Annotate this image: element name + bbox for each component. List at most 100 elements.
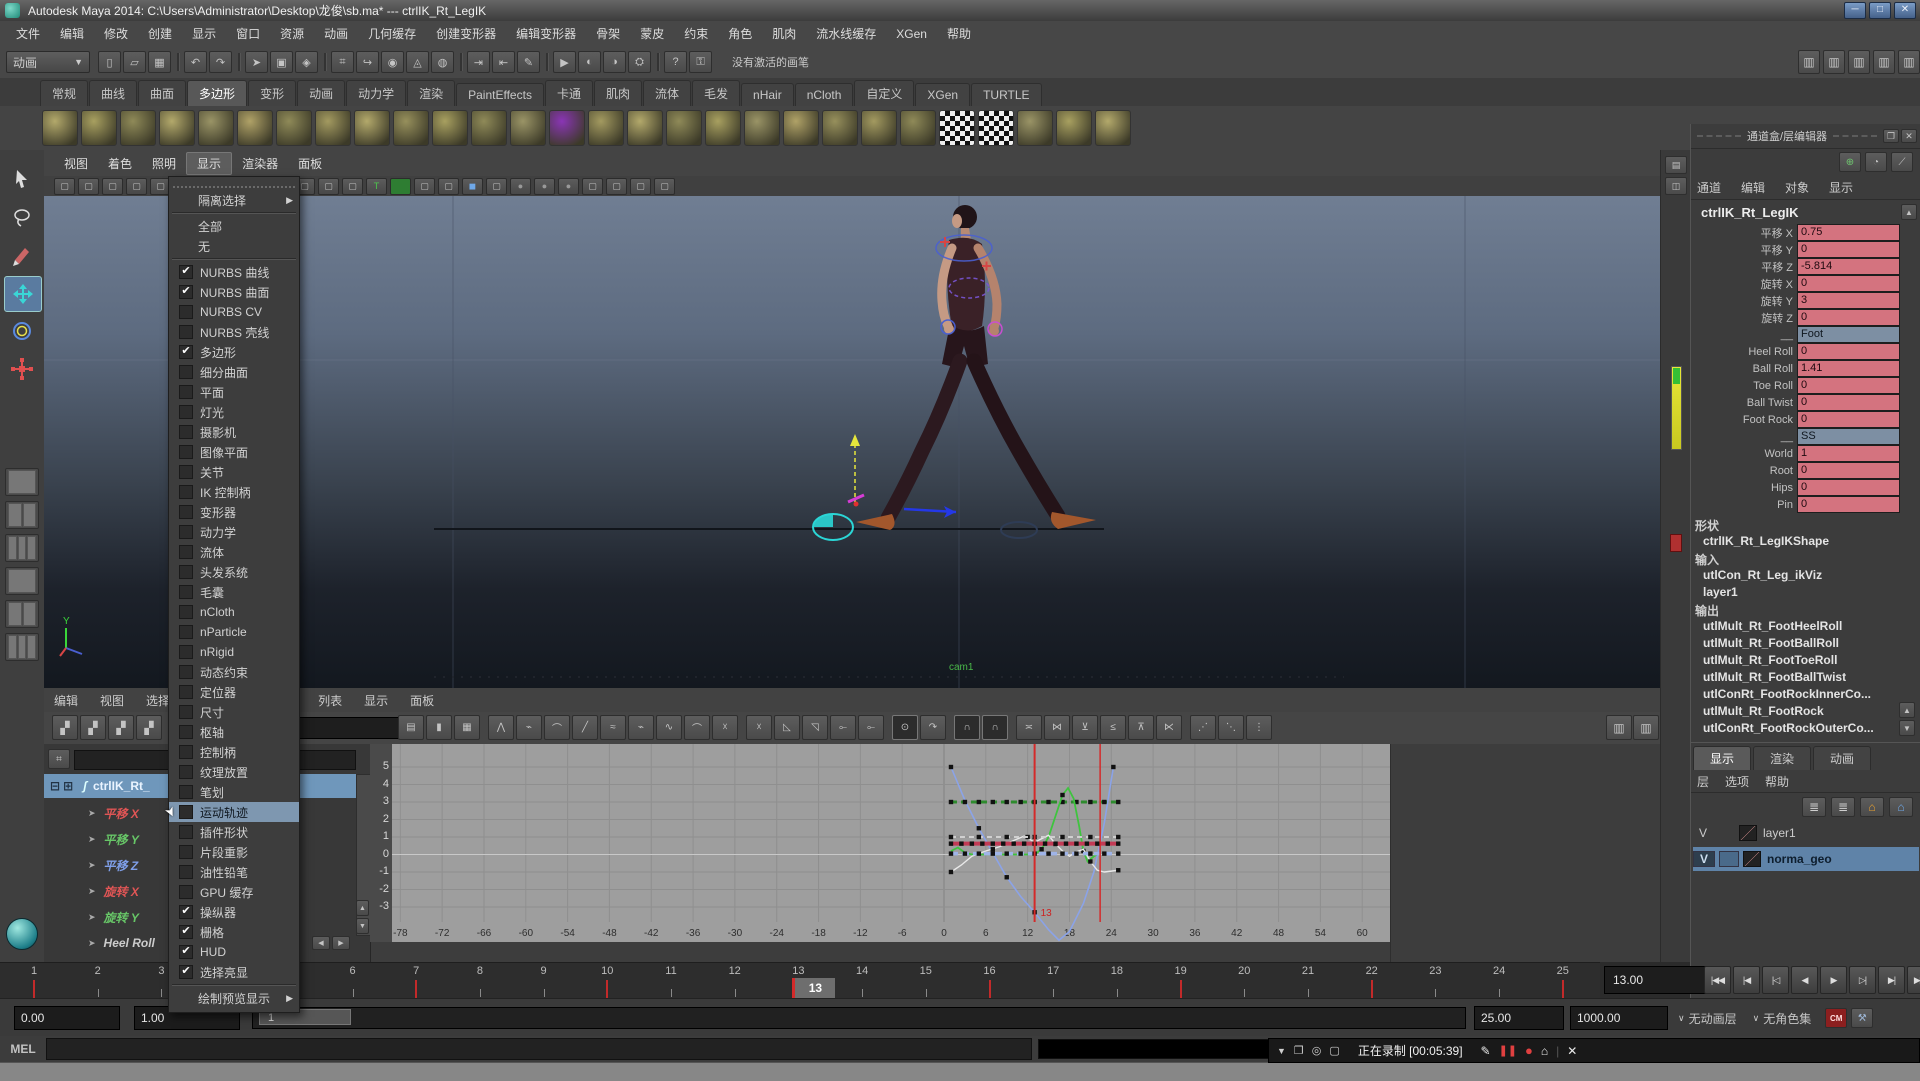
paint-select-tool[interactable] — [4, 238, 40, 272]
layer-editor-menu-选项[interactable]: 选项 — [1725, 773, 1749, 790]
command-line-label[interactable]: MEL — [0, 1042, 46, 1056]
shelf-item-icon-10[interactable] — [432, 110, 468, 146]
shelf-tab-nHair[interactable]: nHair — [741, 83, 794, 106]
lasso-select-tool[interactable] — [4, 200, 40, 234]
panel-toolbar-icon-17[interactable]: ◼ — [462, 178, 483, 195]
panel-toolbar-icon-21[interactable]: ● — [558, 178, 579, 195]
shelf-tab-多边形[interactable]: 多边形 — [187, 80, 247, 106]
show-menu-item-平面[interactable]: 平面 — [169, 382, 299, 402]
shelf-tab-动画[interactable]: 动画 — [297, 80, 345, 106]
ge-toolbar-icon-9[interactable]: ∿ — [656, 715, 682, 740]
channel-value-field[interactable]: 0 — [1797, 309, 1900, 326]
select-tool[interactable] — [4, 162, 40, 196]
show-menu-item-多边形[interactable]: ✔多边形 — [169, 342, 299, 362]
go-to-start-button[interactable]: |◀◀ — [1704, 966, 1731, 994]
channel-value-field[interactable]: 1.41 — [1797, 360, 1900, 377]
rig-controls[interactable] — [813, 235, 1037, 540]
expand-arrow-icon[interactable]: ➤ — [88, 886, 96, 897]
render-view-icon[interactable]: ▶ — [553, 51, 576, 73]
show-menu-item-选择亮显[interactable]: ✔选择亮显 — [169, 962, 299, 982]
show-menu-item-摄影机[interactable]: 摄影机 — [169, 422, 299, 442]
chevron-down-icon[interactable]: ∨ — [1678, 1013, 1685, 1024]
toggle-sidebar-icon[interactable]: ▥ — [1898, 50, 1920, 74]
panel-menu-渲染器[interactable]: 渲染器 — [232, 153, 288, 174]
shelf-item-icon-21[interactable] — [861, 110, 897, 146]
ge-toolbar-icon-2[interactable]: ▦ — [454, 715, 480, 740]
anim-prefs-icon[interactable]: ⚒ — [1851, 1008, 1873, 1028]
show-menu-item-控制柄[interactable]: 控制柄 — [169, 742, 299, 762]
toggle-channelbox-icon[interactable]: ▥ — [1848, 50, 1870, 74]
ge-hscroll-left-icon[interactable]: ◀ — [312, 936, 330, 950]
render-settings-icon[interactable]: ⛭ — [628, 51, 651, 73]
layer-row-norma_geo[interactable]: Vnorma_geo — [1693, 847, 1919, 871]
show-menu-item-NURBS 曲线[interactable]: ✔NURBS 曲线 — [169, 262, 299, 282]
persp-outliner-layout-button[interactable] — [5, 567, 39, 595]
shelf-item-icon-14[interactable] — [588, 110, 624, 146]
ge-toolbar-icon-29[interactable]: ⋮ — [1246, 715, 1272, 740]
node-name[interactable]: utlConRt_FootRockOuterCo... — [1703, 721, 1874, 735]
layer-color-swatch[interactable] — [1743, 851, 1761, 867]
ge-toolbar-icon-24[interactable]: ≤ — [1100, 715, 1126, 740]
shelf-item-icon-8[interactable] — [354, 110, 390, 146]
channel-value-field[interactable]: 1 — [1797, 445, 1900, 462]
graph-editor-menu-视图[interactable]: 视图 — [100, 692, 124, 709]
menubar-item-编辑变形器[interactable]: 编辑变形器 — [506, 25, 586, 42]
manip-xyz-icon[interactable]: ⊕ — [1839, 152, 1861, 172]
channel-box-menu-显示[interactable]: 显示 — [1829, 179, 1853, 196]
snap-plane-icon[interactable]: ◬ — [406, 51, 429, 73]
show-menu-item-枢轴[interactable]: 枢轴 — [169, 722, 299, 742]
panel-toolbar-icon-18[interactable]: ▢ — [486, 178, 507, 195]
menubar-item-显示[interactable]: 显示 — [182, 25, 226, 42]
show-menu-item-定位器[interactable]: 定位器 — [169, 682, 299, 702]
expand-arrow-icon[interactable]: ➤ — [88, 860, 96, 871]
show-menu-item-笔划[interactable]: 笔划 — [169, 782, 299, 802]
panel-toolbar-icon-12[interactable]: ▢ — [342, 178, 363, 195]
menubar-item-约束[interactable]: 约束 — [674, 25, 718, 42]
node-name[interactable]: utlMult_Rt_FootRock — [1703, 704, 1824, 718]
show-menu-item-隔离选择[interactable]: 隔离选择▶ — [169, 190, 299, 210]
shelf-tab-XGen[interactable]: XGen — [915, 83, 970, 106]
layer-visibility-toggle[interactable]: V — [1693, 851, 1715, 867]
animation-start-field[interactable]: 0.00 — [14, 1006, 120, 1030]
menubar-item-文件[interactable]: 文件 — [6, 25, 50, 42]
menubar-item-骨架[interactable]: 骨架 — [586, 25, 630, 42]
show-menu-item-NURBS 壳线[interactable]: NURBS 壳线 — [169, 322, 299, 342]
menubar-item-窗口[interactable]: 窗口 — [226, 25, 270, 42]
layer-book-a-icon[interactable]: ⌂ — [1860, 797, 1884, 817]
home-icon[interactable]: ⌂ — [1541, 1044, 1548, 1058]
ge-filter-icon[interactable]: ⌗ — [48, 749, 70, 769]
graph-plot[interactable]: -78-72-66-60-54-48-42-36-30-24-18-12-606… — [392, 744, 1390, 942]
shelf-item-icon-1[interactable] — [81, 110, 117, 146]
panel-menu-显示[interactable]: 显示 — [186, 152, 232, 175]
show-menu-item-GPU 缓存[interactable]: GPU 缓存 — [169, 882, 299, 902]
node-name[interactable]: ctrlIK_Rt_LegIKShape — [1703, 534, 1829, 548]
ge-toolbar-icon-19[interactable]: ∩ — [954, 715, 980, 740]
play-forwards-button[interactable]: ▶ — [1820, 966, 1847, 994]
ge-toolbar-icon-5[interactable]: ⌒ — [544, 715, 570, 740]
layer-editor-tab-显示[interactable]: 显示 — [1693, 746, 1751, 770]
node-name[interactable]: utlMult_Rt_FootBallRoll — [1703, 636, 1839, 650]
scroll-up-icon[interactable]: ▲ — [1901, 204, 1917, 220]
ge-toolbar-icon-14[interactable]: ◹ — [802, 715, 828, 740]
undo-icon[interactable]: ↶ — [184, 51, 207, 73]
shelf-item-icon-18[interactable] — [744, 110, 780, 146]
shelf-tab-毛发[interactable]: 毛发 — [692, 80, 740, 106]
layer-row-layer1[interactable]: Vlayer1 — [1693, 821, 1919, 845]
graph-editor-menu-面板[interactable]: 面板 — [410, 692, 434, 709]
show-menu-item-细分曲面[interactable]: 细分曲面 — [169, 362, 299, 382]
ge-toolbar-icon-17[interactable]: ⊙ — [892, 715, 918, 740]
channel-box-menu-通道[interactable]: 通道 — [1697, 179, 1721, 196]
channel-value-field[interactable]: 0 — [1797, 462, 1900, 479]
play-backwards-button[interactable]: ◀ — [1791, 966, 1818, 994]
channel-value-field[interactable]: 0 — [1797, 377, 1900, 394]
ge-toolbar-icon-11[interactable]: ☓ — [712, 715, 738, 740]
menu-tearoff[interactable] — [173, 179, 295, 188]
snap-grid-icon[interactable]: ⌗ — [331, 51, 354, 73]
hypershade-layout-button[interactable] — [5, 633, 39, 661]
panel-toolbar-icon-11[interactable]: ▢ — [318, 178, 339, 195]
layer-visibility-toggle[interactable]: V — [1693, 826, 1713, 840]
show-menu-item-栅格[interactable]: ✔栅格 — [169, 922, 299, 942]
current-time-field[interactable]: 13.00 — [1604, 966, 1706, 994]
animation-end-field[interactable]: 1000.00 — [1570, 1006, 1668, 1030]
panel-toolbar-icon-20[interactable]: ● — [534, 178, 555, 195]
